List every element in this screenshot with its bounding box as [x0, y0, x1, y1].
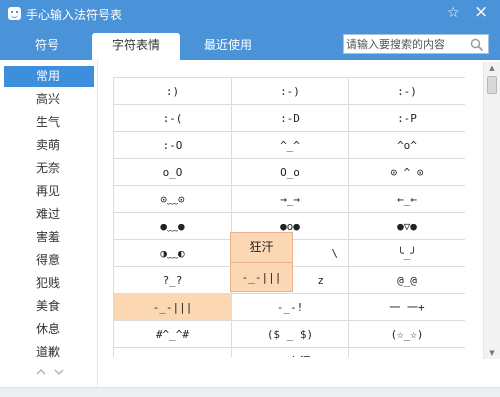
- emoticon-cell[interactable]: :-D: [232, 105, 349, 132]
- symbol-table-window: 手心输入法符号表 ☆ × 符号 字符表情 最近使用 常用 高兴 生气 卖萌 无奈…: [0, 0, 500, 397]
- emoticon-cell[interactable]: ?_?: [114, 267, 232, 294]
- vertical-scrollbar[interactable]: ▲ ▼: [483, 62, 500, 359]
- chevron-down-icon[interactable]: [52, 365, 66, 379]
- emoticon-cell[interactable]: ($ _ $): [232, 321, 349, 348]
- category-item-rest[interactable]: 休息: [4, 319, 94, 340]
- category-item-common[interactable]: 常用: [4, 66, 94, 87]
- category-item-shy[interactable]: 害羞: [4, 227, 94, 248]
- category-item-apology[interactable]: 道歉: [4, 342, 94, 363]
- emoticon-cell[interactable]: #^_^#: [114, 321, 232, 348]
- emoticon-preview-popup: 狂汗 -_-|||: [230, 232, 293, 292]
- scroll-down-arrow-icon[interactable]: ▼: [484, 347, 500, 359]
- search-box: [343, 34, 489, 54]
- category-item-food[interactable]: 美食: [4, 296, 94, 317]
- window-title: 手心输入法符号表: [26, 8, 123, 22]
- category-item-cute[interactable]: 卖萌: [4, 135, 94, 156]
- app-smiley-icon: [8, 7, 21, 20]
- emoticon-cell[interactable]: ←_←: [349, 186, 465, 213]
- bottom-status-bar: [0, 387, 500, 397]
- category-item-helpless[interactable]: 无奈: [4, 158, 94, 179]
- emoticon-cell[interactable]: 一 一+: [349, 294, 465, 321]
- emoticon-cell[interactable]: ^o^: [349, 132, 465, 159]
- emoticon-cell[interactable]: ⊙﹏⊙: [114, 186, 232, 213]
- tab-recent[interactable]: 最近使用: [188, 33, 268, 60]
- search-input[interactable]: [346, 36, 466, 52]
- category-sidebar: 常用 高兴 生气 卖萌 无奈 再见 难过 害羞 得意 犯贱 美食 休息 道歉: [0, 60, 98, 397]
- popup-item-name[interactable]: 狂汗: [231, 233, 292, 262]
- search-icon[interactable]: [470, 38, 484, 52]
- category-item-cheeky[interactable]: 犯贱: [4, 273, 94, 294]
- emoticon-cell-highlighted[interactable]: -_-|||: [114, 294, 232, 321]
- tab-bar: 符号 字符表情 最近使用: [0, 28, 500, 60]
- emoticon-cell[interactable]: (☆_☆): [349, 321, 465, 348]
- category-item-sad[interactable]: 难过: [4, 204, 94, 225]
- category-item-proud[interactable]: 得意: [4, 250, 94, 271]
- tab-symbols[interactable]: 符号: [8, 33, 86, 60]
- category-item-angry[interactable]: 生气: [4, 112, 94, 133]
- emoticon-cell[interactable]: :-(: [114, 105, 232, 132]
- emoticon-cell[interactable]: ⊙_⊙卜汗: [232, 348, 349, 357]
- emoticon-cell[interactable]: @_@: [349, 267, 465, 294]
- close-icon[interactable]: ×: [474, 3, 488, 21]
- category-item-goodbye[interactable]: 再见: [4, 181, 94, 202]
- emoticon-cell[interactable]: (⊙o⊙)?: [114, 348, 232, 357]
- emoticon-cell[interactable]: ●﹏●: [114, 213, 232, 240]
- emoticon-cell[interactable]: →_→: [232, 186, 349, 213]
- popup-item-emoticon[interactable]: -_-|||: [231, 262, 292, 291]
- tab-emoticons[interactable]: 字符表情: [92, 33, 180, 60]
- emoticon-cell[interactable]: :-): [349, 78, 465, 105]
- emoticon-cell[interactable]: :-O: [114, 132, 232, 159]
- emoticon-cell[interactable]: :-P: [349, 105, 465, 132]
- category-scroll-arrows: [34, 365, 68, 379]
- pin-star-icon[interactable]: ☆: [447, 4, 460, 22]
- emoticon-cell[interactable]: -_-!: [232, 294, 349, 321]
- emoticon-cell[interactable]: ⊙ ^ ⊙: [349, 159, 465, 186]
- emoticon-panel: :) :-) :-) :-( :-D :-P :-O ^_^ ^o^ o_O O…: [98, 60, 500, 397]
- category-item-happy[interactable]: 高兴: [4, 89, 94, 110]
- emoticon-cell[interactable]: o_O: [114, 159, 232, 186]
- chevron-up-icon[interactable]: [34, 365, 48, 379]
- emoticon-cell[interactable]: O_o: [232, 159, 349, 186]
- scroll-up-arrow-icon[interactable]: ▲: [484, 62, 500, 74]
- emoticon-cell[interactable]: ◑﹏◐: [114, 240, 232, 267]
- emoticon-cell[interactable]: ╰_╯: [349, 240, 465, 267]
- emoticon-cell[interactable]: :): [114, 78, 232, 105]
- emoticon-cell[interactable]: \(^o^)/: [349, 348, 465, 357]
- title-bar[interactable]: 手心输入法符号表 ☆ ×: [0, 0, 500, 28]
- emoticon-cell[interactable]: ^_^: [232, 132, 349, 159]
- scroll-thumb[interactable]: [487, 76, 497, 94]
- emoticon-cell[interactable]: ●▽●: [349, 213, 465, 240]
- emoticon-grid: :) :-) :-) :-( :-D :-P :-O ^_^ ^o^ o_O O…: [113, 77, 465, 357]
- emoticon-cell[interactable]: :-): [232, 78, 349, 105]
